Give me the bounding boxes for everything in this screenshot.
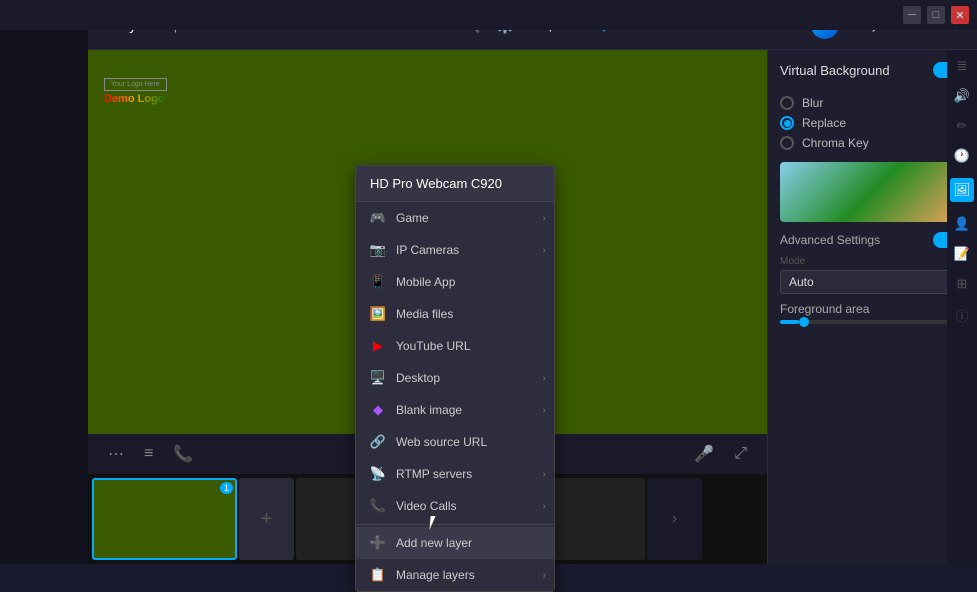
menu-item-blank-image[interactable]: ◆ Blank image ›	[356, 394, 554, 426]
advanced-settings-label: Advanced Settings	[780, 233, 880, 247]
thumbnail-badge: 1	[220, 482, 233, 494]
mobile-app-icon: 📱	[370, 274, 386, 290]
menu-dots-icon[interactable]: ⋯	[108, 444, 124, 464]
next-button[interactable]: ›	[647, 478, 702, 560]
manage-layers-icon: 📋	[370, 567, 386, 583]
ip-cameras-arrow-icon: ›	[543, 245, 546, 256]
desktop-icon: 🖥️	[370, 370, 386, 386]
manage-layers-arrow-icon: ›	[543, 570, 546, 581]
replace-option[interactable]: Replace	[780, 116, 965, 130]
menu-item-ip-cameras-label: IP Cameras	[396, 243, 459, 257]
menu-item-youtube-url-label: YouTube URL	[396, 339, 471, 353]
desktop-arrow-icon: ›	[543, 373, 546, 384]
layers-icon[interactable]: ≡	[144, 445, 153, 463]
menu-item-media-files-label: Media files	[396, 307, 453, 321]
menu-item-add-new-layer[interactable]: ➕ Add new layer	[356, 527, 554, 559]
panel-icon-person[interactable]: 👤	[954, 216, 970, 232]
audio-icon[interactable]: 📞	[173, 444, 193, 464]
foreground-slider-thumb[interactable]	[799, 317, 809, 327]
panel-icon-info[interactable]: ⓘ	[955, 306, 968, 325]
context-menu: HD Pro Webcam C920 🎮 Game › 📷 IP Cameras…	[355, 165, 555, 592]
chroma-key-option[interactable]: Chroma Key	[780, 136, 965, 150]
menu-item-web-source-url-label: Web source URL	[396, 435, 487, 449]
youtube-icon: ▶	[370, 338, 386, 354]
panel-icon-clock[interactable]: 🕐	[954, 148, 970, 164]
panel-header: Virtual Background	[768, 50, 977, 90]
menu-item-desktop-label: Desktop	[396, 371, 440, 385]
maximize-button[interactable]: □	[927, 6, 945, 24]
menu-item-manage-layers-label: Manage layers	[396, 568, 475, 582]
demo-logo-text: Demo Logo	[104, 93, 167, 105]
menu-item-mobile-app-label: Mobile App	[396, 275, 455, 289]
replace-label: Replace	[802, 116, 846, 130]
menu-item-mobile-app[interactable]: 📱 Mobile App	[356, 266, 554, 298]
chroma-radio[interactable]	[780, 136, 794, 150]
bg-preview-image[interactable]: ›	[780, 162, 965, 222]
menu-item-blank-image-label: Blank image	[396, 403, 462, 417]
panel-icon-draw[interactable]: ✏	[957, 118, 968, 134]
foreground-slider[interactable]	[780, 320, 965, 324]
menu-item-video-calls-label: Video Calls	[396, 499, 456, 513]
minimize-button[interactable]: ─	[903, 6, 921, 24]
web-source-icon: 🔗	[370, 434, 386, 450]
add-source-button[interactable]: +	[239, 478, 294, 560]
context-menu-title: HD Pro Webcam C920	[356, 166, 554, 202]
blank-image-arrow-icon: ›	[543, 405, 546, 416]
mode-dropdown[interactable]: Auto ▾	[780, 270, 965, 294]
blur-radio[interactable]	[780, 96, 794, 110]
bg-options-group: Blur Replace Chroma Key	[768, 90, 977, 156]
close-button[interactable]: ✕	[951, 6, 969, 24]
rtmp-icon: 📡	[370, 466, 386, 482]
blur-label: Blur	[802, 96, 823, 110]
ip-camera-icon: 📷	[370, 242, 386, 258]
panel-icon-script[interactable]: 📝	[954, 246, 970, 262]
menu-divider	[356, 524, 554, 525]
menu-item-web-source-url[interactable]: 🔗 Web source URL	[356, 426, 554, 458]
blank-image-icon: ◆	[370, 402, 386, 418]
menu-item-rtmp-servers[interactable]: 📡 RTMP servers ›	[356, 458, 554, 490]
add-layer-icon: ➕	[370, 535, 386, 551]
menu-item-youtube-url[interactable]: ▶ YouTube URL	[356, 330, 554, 362]
menu-item-rtmp-servers-label: RTMP servers	[396, 467, 472, 481]
video-calls-icon: 📞	[370, 498, 386, 514]
menu-item-game[interactable]: 🎮 Game ›	[356, 202, 554, 234]
chroma-label: Chroma Key	[802, 136, 869, 150]
panel-icon-grid[interactable]: ⊞	[957, 276, 968, 292]
panel-right-toolbar: ≣ 🔊 ✏ 🕐 🖼 👤 📝 ⊞ ⓘ	[947, 50, 977, 564]
mic-icon[interactable]: 🎤	[694, 444, 714, 464]
rtmp-arrow-icon: ›	[543, 469, 546, 480]
game-arrow-icon: ›	[543, 213, 546, 224]
panel-icon-stream[interactable]: ≣	[957, 58, 968, 74]
foreground-label: Foreground area	[780, 302, 965, 316]
virtual-bg-title: Virtual Background	[780, 63, 890, 78]
mode-label: Mode	[780, 256, 965, 267]
mouse-cursor	[430, 516, 444, 536]
game-icon: 🎮	[370, 210, 386, 226]
mode-value: Auto	[789, 275, 814, 289]
menu-item-add-new-layer-label: Add new layer	[396, 536, 472, 550]
demo-logo-overlay: Your Logo Here Demo Logo	[104, 78, 167, 105]
foreground-section: Foreground area	[768, 298, 977, 328]
media-files-icon: 🖼️	[370, 306, 386, 322]
fullscreen-icon[interactable]: ⤢	[734, 445, 747, 463]
advanced-settings-row: Advanced Settings	[768, 228, 977, 252]
blur-option[interactable]: Blur	[780, 96, 965, 110]
right-panel: Virtual Background Blur Replace Chroma K…	[767, 50, 977, 564]
mode-section: Mode Auto ▾	[768, 252, 977, 298]
panel-icon-audio[interactable]: 🔊	[954, 88, 970, 104]
replace-radio[interactable]	[780, 116, 794, 130]
thumbnail-1[interactable]: 1	[92, 478, 237, 560]
panel-icon-display-active[interactable]: 🖼	[950, 178, 975, 202]
menu-item-ip-cameras[interactable]: 📷 IP Cameras ›	[356, 234, 554, 266]
menu-item-game-label: Game	[396, 211, 429, 225]
menu-item-desktop[interactable]: 🖥️ Desktop ›	[356, 362, 554, 394]
foreground-slider-fill	[780, 320, 799, 324]
menu-item-media-files[interactable]: 🖼️ Media files	[356, 298, 554, 330]
menu-item-video-calls[interactable]: 📞 Video Calls ›	[356, 490, 554, 522]
video-calls-arrow-icon: ›	[543, 501, 546, 512]
